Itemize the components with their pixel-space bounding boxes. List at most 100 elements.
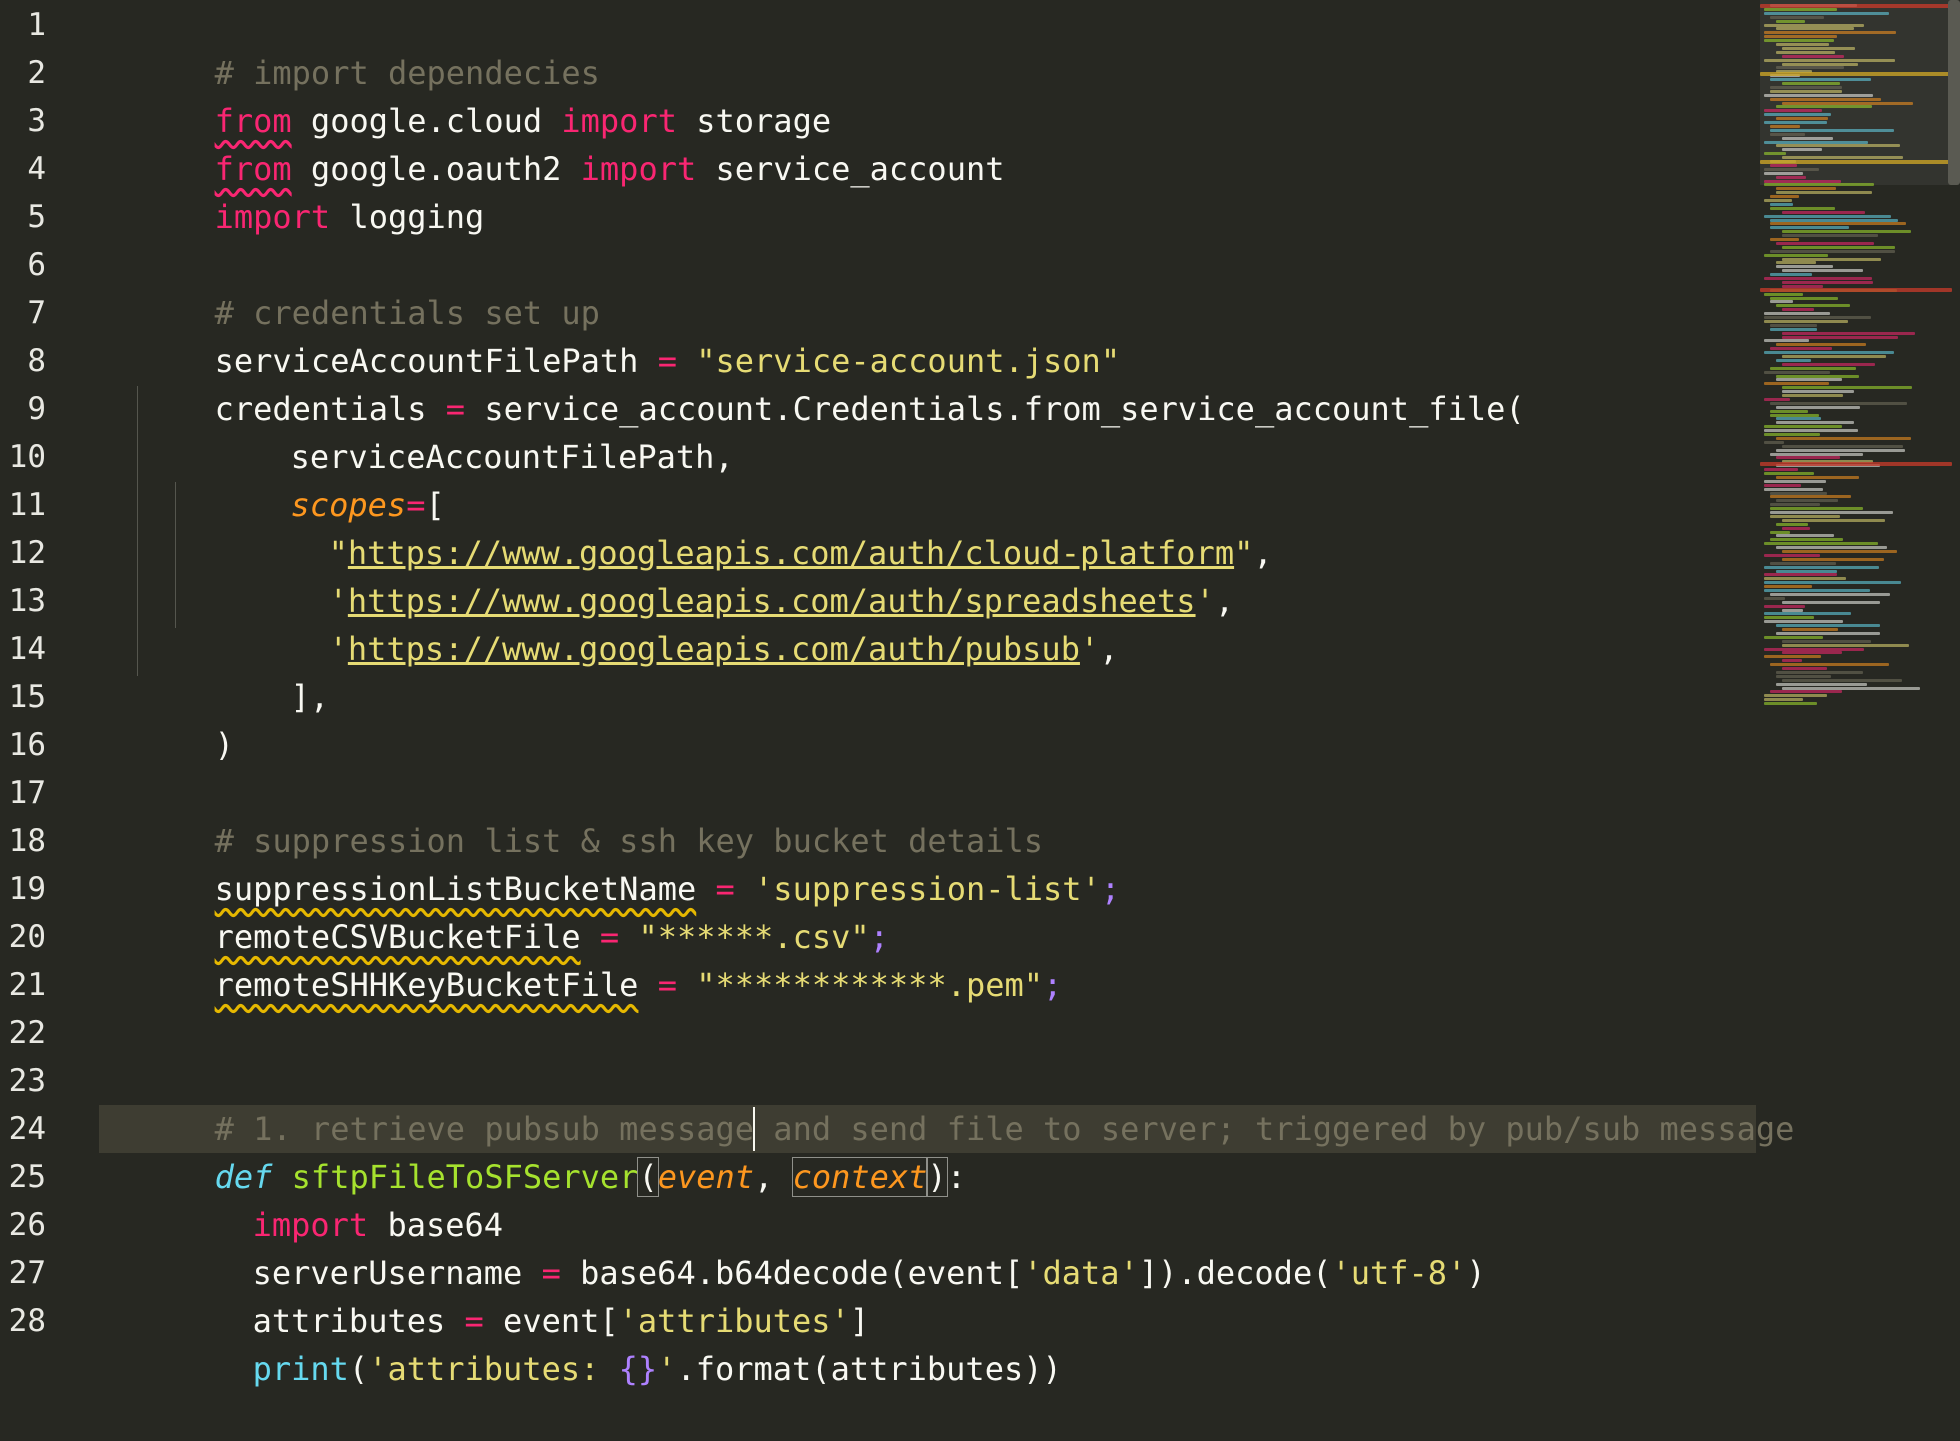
minimap-line [1764, 183, 1874, 187]
minimap-line [1776, 569, 1837, 573]
minimap-line [1782, 308, 1814, 312]
code-area[interactable]: # import dependecies from google.cloud i… [99, 0, 1794, 1388]
minimap-line [1776, 261, 1816, 265]
code-line-19[interactable]: remoteCSVBucketFile = "******.csv"; [99, 865, 889, 956]
minimap-line [1782, 280, 1873, 284]
code-line-4[interactable]: import logging [99, 145, 485, 236]
minimap-line [1764, 199, 1792, 202]
minimap-line [1764, 585, 1812, 589]
minimap-line [1764, 319, 1848, 323]
vertical-scrollbar-thumb[interactable] [1948, 0, 1960, 185]
code-line-2[interactable]: from google.cloud import storage [99, 49, 832, 140]
code-line-26[interactable]: serverUsername = base64.b64decode(event[… [137, 1201, 1486, 1292]
minimap-line [1764, 647, 1864, 651]
line-number: 1 [27, 7, 46, 43]
code-line-14[interactable]: ], [175, 625, 330, 716]
minimap-line [1782, 234, 1878, 238]
string-quote: ' [1079, 630, 1100, 668]
code-line-6[interactable]: # credentials set up [99, 241, 600, 332]
minimap-line [1776, 358, 1811, 362]
minimap-line [1776, 175, 1806, 179]
minimap-line [1770, 323, 1817, 327]
line-number-gutter: 1 2 3 4 5 6 7 8 9 10 11 12 13 14 15 16 17 18 19 20 21 22 23 24 2… [0, 0, 70, 1344]
code-token: , [1214, 582, 1235, 620]
code-line-15[interactable]: ) [99, 673, 234, 764]
semicolon: ; [1043, 966, 1063, 1004]
minimap-line [1776, 631, 1880, 635]
url-link[interactable]: https://www.googleapis.com/auth/pubsub [348, 630, 1080, 668]
code-line-13[interactable]: 'https://www.googleapis.com/auth/pubsub'… [213, 577, 1119, 668]
minimap-line [1782, 54, 1844, 58]
paren-close: ) [926, 1157, 948, 1197]
code-line-11[interactable]: "https://www.googleapis.com/auth/cloud-p… [213, 481, 1273, 572]
code-line-25[interactable]: import base64 [137, 1153, 503, 1244]
code-editor[interactable]: 1 2 3 4 5 6 7 8 9 10 11 12 13 14 15 16 17 18 19 20 21 22 23 24 2… [0, 0, 1960, 1388]
minimap-line [1764, 698, 1803, 702]
minimap-line [1764, 312, 1830, 316]
minimap-line [1782, 156, 1903, 160]
minimap-line [1770, 218, 1898, 222]
minimap-line [1782, 210, 1865, 214]
minimap-line [1764, 565, 1879, 569]
string: 'data' [1023, 1254, 1139, 1292]
minimap-line [1764, 589, 1870, 592]
code-line-28[interactable]: print('attributes: {}'.format(attributes… [137, 1297, 1062, 1388]
param-context-selected[interactable]: context [791, 1157, 929, 1197]
code-line-23[interactable]: # 1. retrieve pubsub message and send fi… [99, 1057, 1795, 1148]
code-line-24[interactable]: def sftpFileToSFServer(event, context): [99, 1105, 966, 1197]
code-line-8[interactable]: credentials = service_account.Credential… [99, 337, 1525, 428]
line-number: 2 [27, 55, 46, 91]
line-number: 6 [27, 247, 46, 283]
line-number: 19 [8, 871, 46, 907]
minimap-line [1776, 27, 1854, 31]
code-line-17[interactable]: # suppression list & ssh key bucket deta… [99, 769, 1043, 860]
minimap-line [1764, 429, 1858, 433]
string-quote: " [1234, 534, 1254, 572]
code-line-3[interactable]: from google.oauth2 import service_accoun… [99, 97, 1005, 188]
code-line-1[interactable]: # import dependecies [99, 1, 600, 92]
minimap-line [1782, 639, 1871, 643]
code-token-warning: remoteSHHKeyBucketFile [214, 966, 639, 1004]
minimap[interactable] [1760, 0, 1960, 720]
minimap-line [1782, 257, 1881, 261]
minimap-line [1770, 561, 1836, 565]
code-token: : [946, 1158, 966, 1196]
minimap-line [1764, 214, 1891, 218]
minimap-line [1770, 507, 1863, 511]
minimap-line [1776, 117, 1828, 121]
minimap-line [1782, 269, 1863, 273]
minimap-line [1776, 522, 1808, 526]
code-line-10[interactable]: scopes=[ [175, 433, 445, 524]
minimap-line [1782, 101, 1913, 105]
minimap-line [1764, 171, 1803, 175]
operator: = [657, 966, 677, 1004]
minimap-line [1770, 300, 1793, 304]
minimap-line [1782, 444, 1903, 448]
format-placeholder: {} [618, 1350, 658, 1388]
code-line-20[interactable]: remoteSHHKeyBucketFile = "************.p… [99, 913, 1063, 1004]
code-line-9[interactable]: serviceAccountFilePath, [175, 385, 734, 476]
code-line-7[interactable]: serviceAccountFilePath = "service-accoun… [99, 289, 1120, 380]
line-number: 3 [27, 103, 46, 139]
line-number: 9 [27, 391, 46, 427]
minimap-line [1764, 468, 1798, 472]
minimap-line [1764, 339, 1809, 343]
minimap-line [1770, 132, 1805, 136]
minimap-line [1764, 140, 1868, 144]
minimap-line [1770, 195, 1799, 199]
code-line-18[interactable]: suppressionListBucketName = 'suppression… [99, 817, 1120, 908]
minimap-line [1764, 702, 1817, 706]
minimap-line [1782, 550, 1897, 553]
minimap-line [1764, 382, 1829, 386]
code-line-27[interactable]: attributes = event['attributes'] [137, 1249, 870, 1340]
minimap-line [1764, 39, 1834, 43]
minimap-line [1770, 273, 1812, 277]
minimap-line [1764, 35, 1837, 39]
minimap-line [1776, 682, 1867, 686]
minimap-line [1764, 620, 1843, 624]
minimap-line [1776, 191, 1872, 195]
code-line-12[interactable]: 'https://www.googleapis.com/auth/spreads… [213, 529, 1234, 620]
minimap-line [1776, 456, 1840, 460]
line-number: 17 [8, 775, 46, 811]
minimap-line [1776, 374, 1859, 378]
